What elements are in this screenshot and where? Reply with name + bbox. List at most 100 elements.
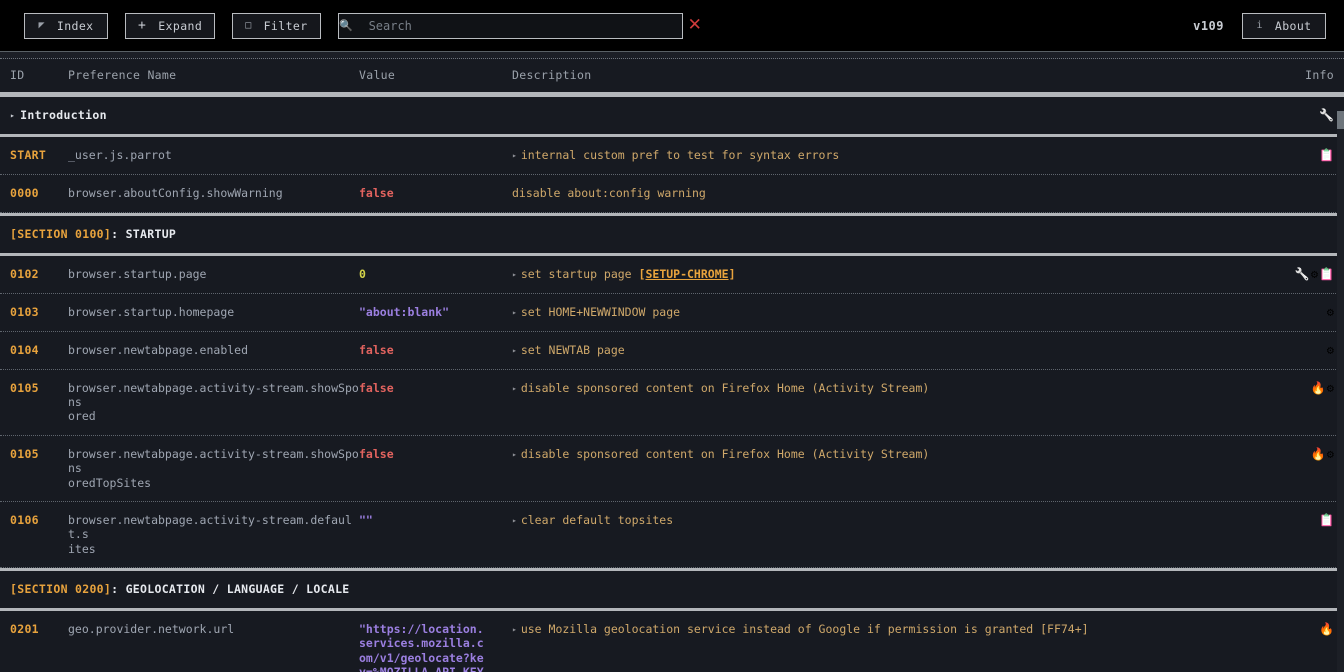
table-header-row: ID Preference Name Value Description Inf… [0,59,1344,94]
pref-id: 0103 [10,304,39,319]
gear-icon[interactable]: ⚙ [1327,448,1334,460]
desc-triangle-icon[interactable]: ▸ [512,151,517,160]
description-text: use Mozilla geolocation service instead … [520,622,1089,637]
description-link[interactable]: SETUP-CHROME [645,267,728,281]
square-icon: □ [245,19,252,31]
column-header-info: Info [1305,68,1334,82]
gear-icon[interactable]: ⚙ [1327,344,1334,356]
pref-name[interactable]: browser.startup.page [68,267,206,281]
section-title: Introduction [20,108,107,122]
pref-id: 0000 [10,185,39,200]
pref-value: 0 [359,266,366,281]
pref-name[interactable]: browser.newtabpage.activity-stream.showS… [68,381,359,424]
section-code: [SECTION 0100] [10,226,112,241]
expand-button-label: Expand [158,18,203,33]
description-text: set HOME+NEWWINDOW page [520,304,681,319]
table-row[interactable]: 0102 browser.startup.page 0 ▸ set startup pa… [0,255,1344,294]
pref-info-cell: 📋 [1260,502,1344,567]
gear-icon[interactable]: ⚙ [1327,306,1334,318]
pref-name[interactable]: browser.startup.homepage [68,305,234,319]
section-info-cell [1260,582,1344,596]
filter-button[interactable]: □ Filter [232,12,321,39]
scrollbar-thumb[interactable] [1337,111,1344,129]
pref-name[interactable]: browser.newtabpage.activity-stream.defau… [68,513,352,556]
section-label: [SECTION 0100]: STARTUP [0,227,1260,241]
section-header-row[interactable]: [SECTION 0100]: STARTUP [0,212,1344,256]
table-row[interactable]: 0201 geo.provider.network.url "https://loc… [0,611,1344,672]
description-text: disable sponsored content on Firefox Hom… [520,446,930,461]
gear-icon[interactable]: ⚙ [1327,382,1334,394]
clipboard-icon[interactable]: 📋 [1319,514,1334,526]
horizontal-scrollbar[interactable] [0,52,1344,59]
desc-triangle-icon[interactable]: ▸ [512,516,517,525]
description-text: set NEWTAB page [520,342,625,357]
info-icons: 🔥 ⚙ [1311,382,1334,394]
desc-triangle-icon[interactable]: ▸ [512,625,517,634]
description-text: internal custom pref to test for syntax … [520,148,840,162]
version-label: v109 [1193,18,1224,33]
pref-name[interactable]: browser.newtabpage.enabled [68,343,248,357]
pref-name[interactable]: browser.aboutConfig.showWarning [68,186,283,200]
pref-name[interactable]: _user.js.parrot [68,148,172,162]
section-title: : GEOLOCATION / LANGUAGE / LOCALE [111,582,350,597]
gear-icon[interactable]: ⚙ [1311,268,1318,280]
pref-value: "https://location. services.mozilla.c om/v… [359,622,484,672]
desc-triangle-icon[interactable]: ▸ [512,450,517,459]
preferences-table: ID Preference Name Value Description Inf… [0,59,1344,672]
fox-icon[interactable]: 🔥 [1311,448,1326,460]
info-icons: ⚙ [1327,344,1334,356]
pref-id: 0105 [10,446,39,461]
table-row[interactable]: 0104 browser.newtabpage.enabled false ▸ set … [0,331,1344,370]
pref-description: ▸ disable sponsored content on Firefox Ho… [512,381,929,395]
info-icons: ⚙ [1327,306,1334,318]
filter-button-label: Filter [263,18,308,33]
pref-id: 0201 [10,622,39,637]
fox-icon[interactable]: 🔥 [1311,382,1326,394]
pref-description: ▸ set HOME+NEWWINDOW page [512,305,680,319]
section-title: : STARTUP [111,226,177,241]
about-button[interactable]: i About [1242,12,1326,39]
table-row[interactable]: 0106 browser.newtabpage.activity-stream.d… [0,501,1344,569]
pref-info-cell: 🔥 [1260,611,1344,672]
desc-triangle-icon[interactable]: ▸ [512,270,517,279]
clipboard-icon[interactable]: 📋 [1319,268,1334,280]
desc-triangle-icon[interactable]: ▸ [512,346,517,355]
pref-name[interactable]: geo.provider.network.url [68,622,234,636]
table-row[interactable]: START _user.js.parrot ▸ internal custom pre… [0,137,1344,175]
pref-id: START [10,148,47,162]
vertical-scrollbar[interactable] [1337,111,1344,672]
pref-description: ▸ set startup page [SETUP-CHROME] [512,266,736,281]
expand-button[interactable]: + Expand [125,12,216,39]
section-info-cell: 🔧 [1260,108,1344,122]
description-text: disable about:config warning [512,185,706,200]
index-button[interactable]: ◤ Index [24,12,108,39]
section-label: ▸ Introduction [0,108,1260,122]
table-row[interactable]: 0000 browser.aboutConfig.showWarning false… [0,174,1344,213]
fox-icon[interactable]: 🔥 [1319,623,1334,635]
desc-triangle-icon[interactable]: ▸ [512,308,517,317]
about-button-label: About [1274,18,1312,33]
wrench-icon[interactable]: 🔧 [1295,268,1310,280]
pref-value: false [359,380,394,395]
pref-id: 0104 [10,342,39,357]
column-header-name: Preference Name [68,68,177,82]
pref-description: ▸ disable sponsored content on Firefox Ho… [512,447,929,461]
clear-search-icon[interactable]: ✕ [688,17,702,34]
search-input[interactable] [337,12,683,39]
description-text: disable sponsored content on Firefox Hom… [520,380,930,395]
index-button-label: Index [56,18,94,33]
pref-value: false [359,446,394,461]
wrench-icon[interactable]: 🔧 [1319,109,1334,121]
pref-name[interactable]: browser.newtabpage.activity-stream.showS… [68,447,359,490]
desc-triangle-icon[interactable]: ▸ [512,384,517,393]
pref-value: false [359,342,394,357]
table-row[interactable]: 0105 browser.newtabpage.activity-stream.s… [0,369,1344,436]
section-header-row[interactable]: ▸ Introduction 🔧 [0,94,1344,137]
clipboard-icon[interactable]: 📋 [1319,149,1334,161]
pref-value: "" [359,512,373,527]
table-row[interactable]: 0103 browser.startup.homepage "about:blank… [0,293,1344,332]
table-row[interactable]: 0105 browser.newtabpage.activity-stream.s… [0,435,1344,502]
section-header-row[interactable]: [SECTION 0200]: GEOLOCATION / LANGUAGE /… [0,568,1344,612]
toolbar: ◤ Index + Expand □ Filter 🔍 ✕ v109 i Abo… [0,0,1344,52]
expand-triangle-icon[interactable]: ▸ [10,111,15,120]
